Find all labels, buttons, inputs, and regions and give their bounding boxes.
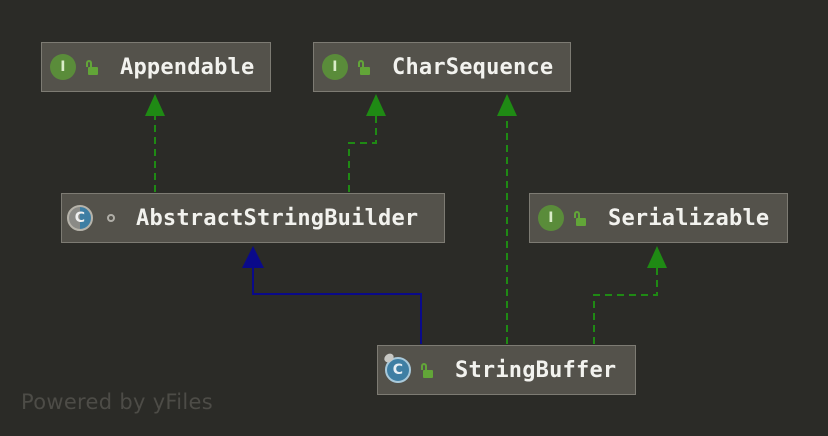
interface-icon: I [50, 54, 76, 80]
class-badge-letter: C [392, 362, 404, 378]
package-private-icon [107, 214, 115, 222]
node-charsequence[interactable]: I CharSequence [313, 42, 571, 92]
edge-abstractstringbuilder-charsequence [348, 94, 386, 192]
node-label: AbstractStringBuilder [136, 205, 419, 231]
node-label: Serializable [608, 205, 770, 231]
node-abstractstringbuilder[interactable]: C AbstractStringBuilder [61, 193, 445, 243]
yfiles-watermark: Powered by yFiles [21, 390, 213, 414]
node-stringbuffer[interactable]: C StringBuffer [377, 345, 636, 395]
node-appendable[interactable]: I Appendable [41, 42, 271, 92]
node-label: CharSequence [392, 54, 554, 80]
edge-stringbuffer-charsequence [497, 94, 517, 344]
edge-stringbuffer-abstractstringbuilder [242, 246, 422, 344]
edge-stringbuffer-serializable [593, 246, 667, 344]
lock-open-icon [421, 362, 435, 378]
arrowhead [497, 94, 517, 116]
abstract-class-icon: C [67, 205, 93, 231]
arrowhead [366, 94, 386, 116]
arrowhead [145, 94, 165, 116]
lock-open-icon [86, 59, 100, 75]
uml-diagram-canvas: I Appendable I CharSequence C AbstractSt… [0, 0, 828, 436]
arrowhead [647, 246, 667, 268]
arrowhead [242, 246, 264, 268]
interface-icon: I [322, 54, 348, 80]
node-label: StringBuffer [455, 357, 617, 383]
edge-abstractstringbuilder-appendable [145, 94, 165, 192]
lock-open-icon [358, 59, 372, 75]
class-icon: C [382, 351, 411, 383]
node-serializable[interactable]: I Serializable [529, 193, 788, 243]
node-label: Appendable [120, 54, 255, 80]
interface-icon: I [538, 205, 564, 231]
lock-open-icon [574, 210, 588, 226]
